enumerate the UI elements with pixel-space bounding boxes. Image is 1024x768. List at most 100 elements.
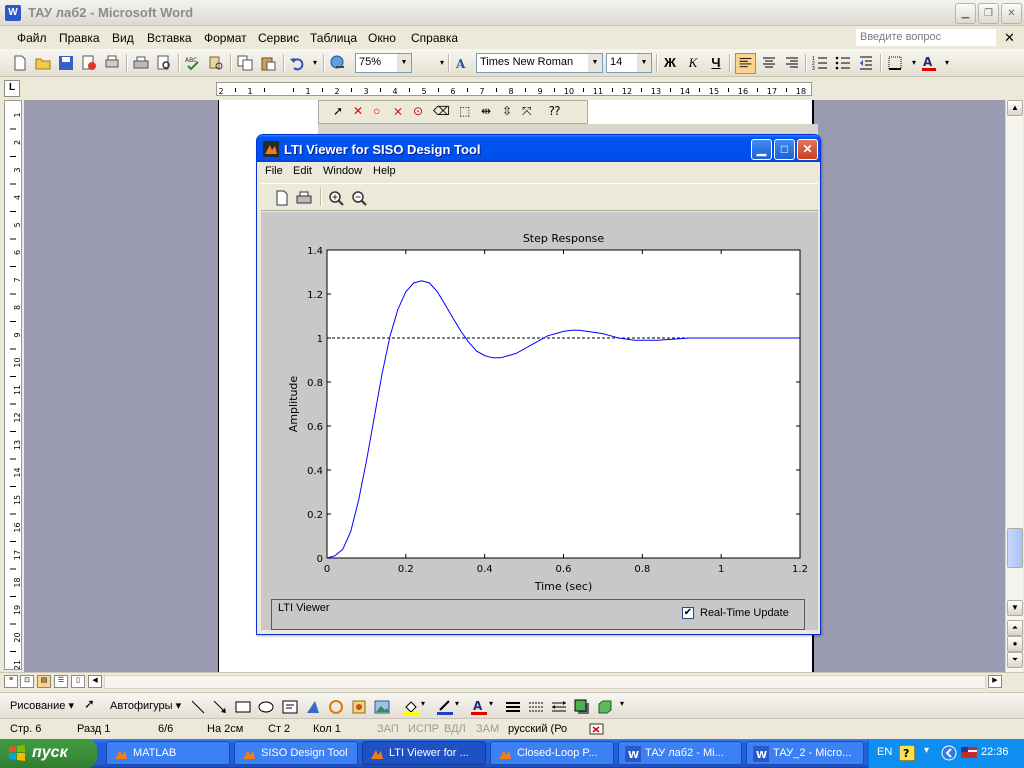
- font-color-dropdown-icon[interactable]: ▾: [937, 54, 957, 72]
- scroll-left-icon[interactable]: ◀: [88, 675, 102, 688]
- menu-edit[interactable]: Правка: [59, 31, 100, 45]
- lti-minimize-button[interactable]: ▁: [751, 139, 772, 160]
- step-response-chart[interactable]: Step Response Time (sec) Amplitude 0 0.2 0.4 0…: [261, 212, 818, 598]
- normal-view-icon[interactable]: ≡: [4, 675, 18, 688]
- line-icon[interactable]: [190, 699, 206, 715]
- lti-menu-edit[interactable]: Edit: [293, 165, 312, 177]
- arrow-style-icon[interactable]: [551, 699, 567, 715]
- arrow-icon[interactable]: [212, 699, 228, 715]
- font-name-select[interactable]: Times New Roman ▼: [476, 53, 603, 73]
- bold-button[interactable]: Ж: [660, 54, 680, 72]
- permission-icon[interactable]: [81, 55, 97, 71]
- select-objects-icon[interactable]: ➚: [84, 696, 95, 712]
- horizontal-scroll-track[interactable]: [104, 675, 986, 689]
- italic-button[interactable]: К: [683, 54, 703, 72]
- align-center-icon[interactable]: [761, 55, 777, 71]
- status-overtype[interactable]: ЗАМ: [476, 723, 499, 735]
- zoom-select[interactable]: 75% ▼: [355, 53, 412, 73]
- text-box-icon[interactable]: [282, 699, 298, 715]
- restore-button[interactable]: ❐: [978, 3, 999, 24]
- font-color-draw-icon[interactable]: A: [471, 699, 487, 715]
- underline-button[interactable]: Ч: [706, 54, 726, 72]
- print-icon[interactable]: [133, 55, 149, 71]
- align-right-icon[interactable]: [784, 55, 800, 71]
- rectangle-icon[interactable]: [235, 699, 251, 715]
- vertical-scrollbar[interactable]: ▲ ▼ ⏶ ● ⏷: [1005, 100, 1023, 672]
- preview-icon[interactable]: [156, 55, 172, 71]
- scroll-right-icon[interactable]: ▶: [988, 675, 1002, 688]
- diagram-icon[interactable]: [328, 699, 344, 715]
- line-color-dropdown-icon[interactable]: ▾: [455, 699, 459, 708]
- lti-menu-file[interactable]: File: [265, 165, 283, 177]
- menu-window[interactable]: Окно: [368, 31, 396, 45]
- menu-insert[interactable]: Вставка: [147, 31, 192, 45]
- drawing-options-icon[interactable]: ▾: [620, 699, 624, 708]
- scroll-down-icon[interactable]: ▼: [1007, 600, 1023, 616]
- start-button[interactable]: пуск: [0, 739, 97, 768]
- research-icon[interactable]: [208, 55, 224, 71]
- status-track-changes[interactable]: ИСПР: [408, 723, 439, 735]
- close-button[interactable]: ✕: [1001, 3, 1022, 24]
- numbered-list-icon[interactable]: 123: [812, 55, 828, 71]
- lti-close-button[interactable]: ✕: [797, 139, 818, 160]
- font-size-select[interactable]: 14 ▼: [606, 53, 652, 73]
- help-question-input[interactable]: Введите вопрос: [856, 29, 996, 46]
- next-page-icon[interactable]: ⏷: [1007, 652, 1023, 668]
- task-matlab[interactable]: MATLAB: [106, 741, 230, 765]
- line-color-icon[interactable]: [437, 699, 453, 715]
- print-layout-icon[interactable]: ▤: [37, 675, 51, 688]
- fill-color-dropdown-icon[interactable]: ▾: [421, 699, 425, 708]
- print-preview-icon[interactable]: [104, 55, 120, 71]
- autoshapes-menu[interactable]: Автофигуры ▾: [110, 699, 181, 712]
- scroll-thumb[interactable]: [1007, 528, 1023, 568]
- minimize-button[interactable]: ▁: [955, 3, 976, 24]
- show-hidden-icons-icon[interactable]: [941, 745, 957, 761]
- menu-file[interactable]: Файл: [17, 31, 47, 45]
- web-view-icon[interactable]: ⊡: [20, 675, 34, 688]
- hyperlink-icon[interactable]: [330, 55, 346, 71]
- align-left-icon[interactable]: [735, 53, 756, 74]
- horizontal-ruler[interactable]: 2 1 1 2 3 4 5 6 7 8 9 10 11 12 13 14 15 16 17 18: [216, 82, 812, 96]
- styles-icon[interactable]: A: [455, 55, 471, 71]
- realtime-update-checkbox[interactable]: ✔: [682, 607, 694, 619]
- line-style-icon[interactable]: [505, 699, 521, 715]
- fill-color-icon[interactable]: [403, 699, 419, 715]
- borders-icon[interactable]: [887, 55, 903, 71]
- task-siso-design-tool[interactable]: SISO Design Tool: [234, 741, 358, 765]
- bullet-list-icon[interactable]: [835, 55, 851, 71]
- copy-icon[interactable]: [237, 55, 253, 71]
- open-folder-icon[interactable]: [35, 55, 51, 71]
- tray-arrow-icon[interactable]: ▾: [924, 745, 929, 756]
- outline-view-icon[interactable]: ☰: [54, 675, 68, 688]
- select-browse-object-icon[interactable]: ●: [1007, 636, 1023, 652]
- menu-table[interactable]: Таблица: [310, 31, 357, 45]
- lti-menu-window[interactable]: Window: [323, 165, 362, 177]
- reading-view-icon[interactable]: ▯: [71, 675, 85, 688]
- print-icon[interactable]: [296, 190, 312, 206]
- lti-menu-help[interactable]: Help: [373, 165, 396, 177]
- lti-title-bar[interactable]: LTI Viewer for SISO Design Tool ▁ □ ✕: [257, 135, 820, 162]
- scroll-up-icon[interactable]: ▲: [1007, 100, 1023, 116]
- task-word-lab2[interactable]: W ТАУ лаб2 - Mi...: [618, 741, 742, 765]
- save-icon[interactable]: [58, 55, 74, 71]
- drawing-menu[interactable]: Рисование ▾: [10, 699, 74, 712]
- 3d-style-icon[interactable]: [597, 699, 613, 715]
- zoom-out-icon[interactable]: [351, 190, 367, 206]
- shadow-style-icon[interactable]: [574, 699, 590, 715]
- task-word-tau2[interactable]: W ТАУ_2 - Micro...: [746, 741, 864, 765]
- oval-icon[interactable]: [258, 699, 274, 715]
- language-indicator[interactable]: EN: [877, 746, 892, 758]
- font-color-icon[interactable]: A: [921, 55, 937, 71]
- insert-picture-icon[interactable]: [374, 699, 390, 715]
- status-record[interactable]: ЗАП: [377, 723, 399, 735]
- clipart-icon[interactable]: [351, 699, 367, 715]
- spelling-status-icon[interactable]: [589, 721, 605, 737]
- task-closed-loop[interactable]: Closed-Loop P...: [490, 741, 614, 765]
- task-lti-viewer[interactable]: LTI Viewer for ...: [362, 741, 486, 765]
- spelling-icon[interactable]: ABC: [185, 55, 201, 71]
- status-extend[interactable]: ВДЛ: [444, 723, 466, 735]
- menu-tools[interactable]: Сервис: [258, 31, 299, 45]
- decrease-indent-icon[interactable]: [858, 55, 874, 71]
- dash-style-icon[interactable]: [528, 699, 544, 715]
- close-document-icon[interactable]: ✕: [1004, 30, 1015, 46]
